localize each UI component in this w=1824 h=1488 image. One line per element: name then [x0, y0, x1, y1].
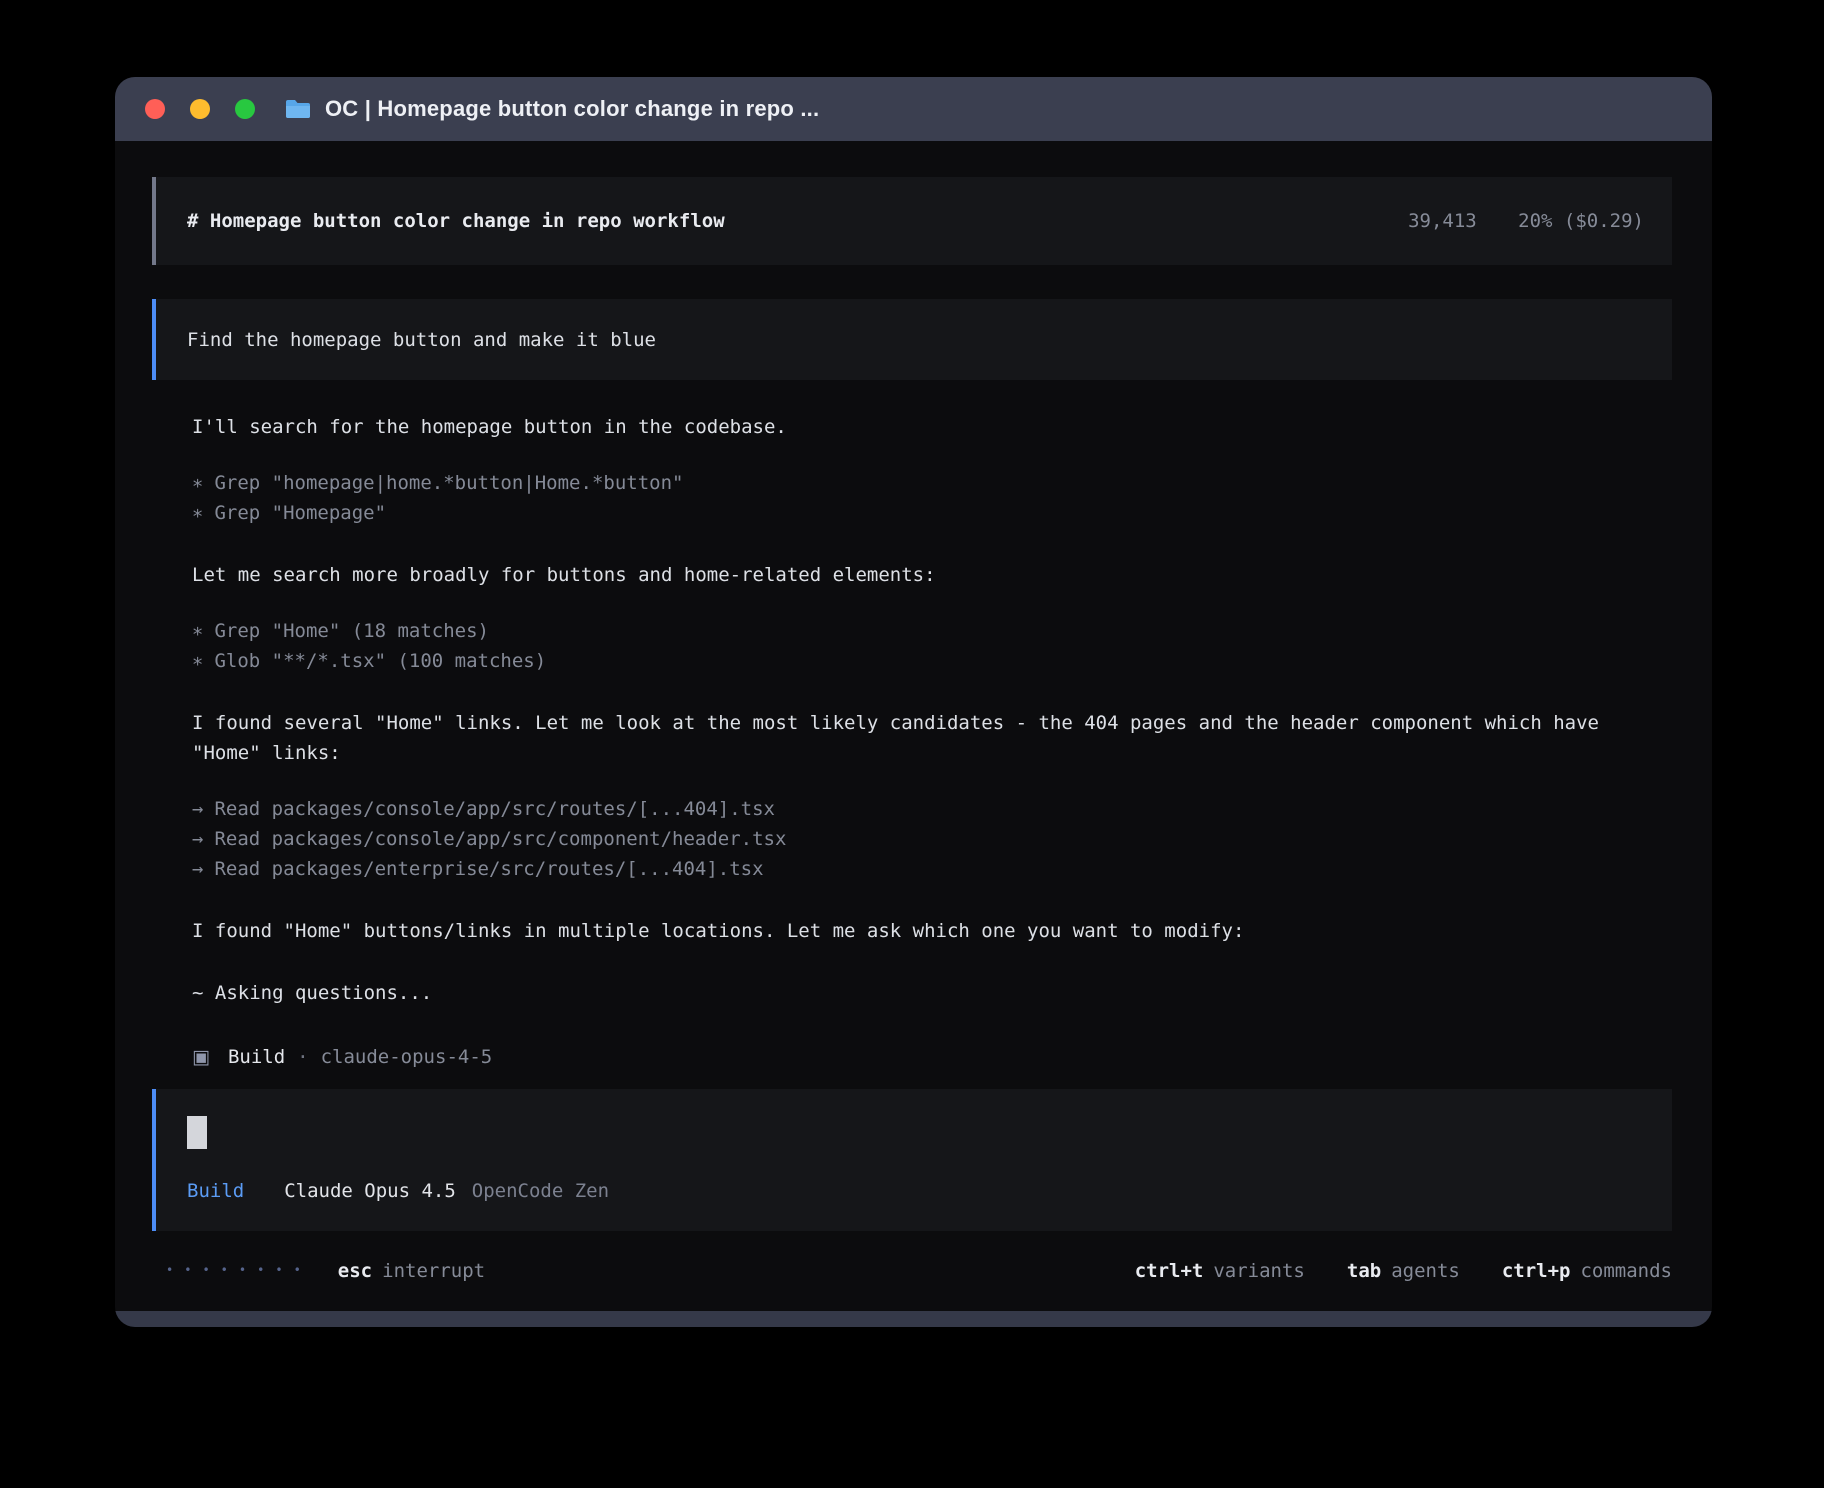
tool-call-text: Read packages/console/app/src/component/…: [214, 828, 786, 850]
tool-asterisk-icon: ∗: [192, 616, 203, 646]
tool-asterisk-icon: ∗: [192, 498, 203, 528]
text-cursor: [187, 1116, 207, 1149]
agent-mode-label[interactable]: Build: [187, 1180, 244, 1202]
tool-call-read: → Read packages/console/app/src/routes/[.…: [192, 794, 1672, 824]
key-esc: esc: [338, 1260, 372, 1282]
window-title: OC | Homepage button color change in rep…: [325, 96, 819, 122]
tool-call-grep: ∗ Grep "homepage|home.*button|Home.*butto…: [192, 468, 1672, 498]
terminal-window: OC | Homepage button color change in rep…: [115, 77, 1712, 1327]
prompt-input[interactable]: Build Claude Opus 4.5 OpenCode Zen: [152, 1089, 1672, 1231]
status-line: ~ Asking questions...: [152, 978, 1672, 1008]
tool-asterisk-icon: ∗: [192, 646, 203, 676]
tool-call-group: ∗ Grep "homepage|home.*button|Home.*butto…: [152, 468, 1672, 528]
tool-asterisk-icon: ∗: [192, 468, 203, 498]
arrow-right-icon: →: [192, 824, 203, 854]
agent-name: Build: [228, 1046, 285, 1068]
task-square-icon: ▣: [192, 1046, 210, 1068]
hint-label: commands: [1580, 1260, 1672, 1282]
arrow-right-icon: →: [192, 854, 203, 884]
input-meta: Build Claude Opus 4.5 OpenCode Zen: [187, 1176, 1644, 1206]
tool-call-grep: ∗ Grep "Home" (18 matches): [192, 616, 1672, 646]
tool-call-text: Read packages/console/app/src/routes/[..…: [214, 798, 775, 820]
tool-call-text: Grep "Home" (18 matches): [214, 620, 489, 642]
hint-agents: tab agents: [1347, 1257, 1460, 1285]
session-header: # Homepage button color change in repo w…: [152, 177, 1672, 265]
traffic-lights: [145, 99, 255, 119]
folder-icon: [285, 98, 311, 120]
window-titlebar[interactable]: OC | Homepage button color change in rep…: [115, 77, 1712, 141]
tool-call-group: ∗ Grep "Home" (18 matches) ∗ Glob "**/*.ts…: [152, 616, 1672, 676]
assistant-text: Let me search more broadly for buttons a…: [152, 560, 1672, 590]
window-bottom-edge: [115, 1311, 1712, 1327]
tool-call-read: → Read packages/enterprise/src/routes/[..…: [192, 854, 1672, 884]
key-ctrl-t: ctrl+t: [1135, 1260, 1204, 1282]
minimize-button[interactable]: [190, 99, 210, 119]
provider-label: OpenCode Zen: [472, 1180, 609, 1202]
tool-call-text: Read packages/enterprise/src/routes/[...…: [214, 858, 763, 880]
close-button[interactable]: [145, 99, 165, 119]
model-label: Claude Opus 4.5: [284, 1180, 456, 1202]
session-stats: 39,413 20% ($0.29): [1408, 210, 1644, 232]
tool-call-group: → Read packages/console/app/src/routes/[.…: [152, 794, 1672, 884]
status-bar: •••••••• esc interrupt ctrl+t variants tab…: [152, 1257, 1672, 1285]
hint-variants: ctrl+t variants: [1135, 1257, 1305, 1285]
zoom-button[interactable]: [235, 99, 255, 119]
hint-label: variants: [1213, 1260, 1305, 1282]
terminal-content: # Homepage button color change in repo w…: [115, 141, 1712, 1311]
assistant-text: I'll search for the homepage button in t…: [152, 412, 1672, 442]
assistant-text: I found "Home" buttons/links in multiple…: [152, 916, 1672, 946]
user-message-text: Find the homepage button and make it blu…: [187, 329, 656, 351]
hint-commands: ctrl+p commands: [1502, 1257, 1672, 1285]
dot-separator: ·: [297, 1046, 308, 1068]
tool-call-text: Glob "**/*.tsx" (100 matches): [214, 650, 546, 672]
assistant-text: I found several "Home" links. Let me loo…: [152, 708, 1672, 768]
tool-call-grep: ∗ Grep "Homepage": [192, 498, 1672, 528]
key-tab: tab: [1347, 1260, 1381, 1282]
user-message: Find the homepage button and make it blu…: [152, 299, 1672, 380]
session-title: # Homepage button color change in repo w…: [187, 210, 725, 232]
spinner-dots-icon: ••••••••: [166, 1256, 312, 1284]
agent-badge: ▣ Build · claude-opus-4-5: [152, 1042, 1672, 1072]
key-ctrl-p: ctrl+p: [1502, 1260, 1571, 1282]
arrow-right-icon: →: [192, 794, 203, 824]
status-bar-left: •••••••• esc interrupt: [152, 1257, 485, 1285]
hint-interrupt: esc interrupt: [338, 1257, 485, 1285]
tool-call-text: Grep "Homepage": [214, 502, 386, 524]
tool-call-text: Grep "homepage|home.*button|Home.*button…: [214, 472, 683, 494]
token-count: 39,413: [1408, 210, 1477, 232]
hint-label: interrupt: [382, 1260, 485, 1282]
context-usage: 20% ($0.29): [1518, 210, 1644, 232]
tool-call-read: → Read packages/console/app/src/component…: [192, 824, 1672, 854]
hint-label: agents: [1391, 1260, 1460, 1282]
status-bar-right: ctrl+t variants tab agents ctrl+p commands: [1135, 1257, 1672, 1285]
agent-model: claude-opus-4-5: [321, 1046, 493, 1068]
tool-call-glob: ∗ Glob "**/*.tsx" (100 matches): [192, 646, 1672, 676]
